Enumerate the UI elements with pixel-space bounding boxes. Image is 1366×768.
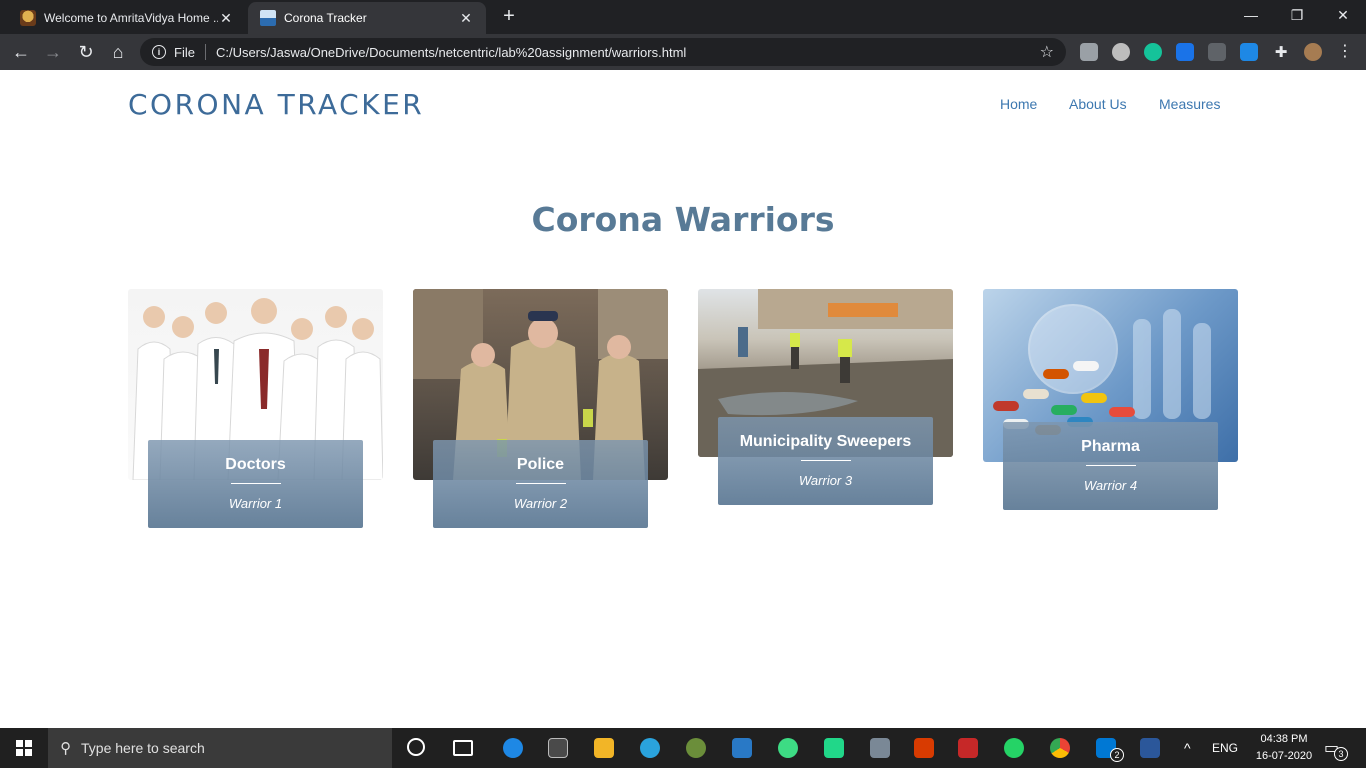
close-tab-icon[interactable]: ✕ [458,10,474,27]
card-municipality-sweepers[interactable]: Municipality Sweepers Warrior 3 [718,417,933,505]
extension-4-icon[interactable] [1176,43,1194,61]
edge-icon[interactable] [503,738,523,758]
scheme-label: File [174,44,195,60]
extensions-puzzle-icon[interactable]: ✚ [1272,43,1290,61]
card-subtitle: Warrior 1 [228,496,283,511]
site-header: CORONA TRACKER Home About Us Measures [0,70,1366,138]
card-subtitle: Warrior 3 [798,473,853,488]
office-icon[interactable] [914,738,934,758]
back-button[interactable]: ← [9,40,33,64]
site-info-icon[interactable]: i [152,45,166,59]
taskbar-clock[interactable]: 04:38 PM 16-07-2020 [1244,731,1324,765]
divider [801,460,851,461]
language-indicator[interactable]: ENG [1212,728,1238,768]
word-icon[interactable] [1140,738,1160,758]
browser-tab-bar: Welcome to AmritaVidya Home ... ✕ Corona… [0,0,1366,34]
clock-date: 16-07-2020 [1255,750,1313,762]
chrome-icon[interactable] [1050,738,1070,758]
close-window-button[interactable]: ✕ [1320,0,1366,30]
store-icon[interactable] [548,738,568,758]
card-subtitle: Warrior 4 [1083,478,1138,493]
nav-about-us[interactable]: About Us [1069,96,1127,112]
card-title: Doctors [225,456,286,473]
extension-1-icon[interactable] [1080,43,1098,61]
extension-6-icon[interactable] [1240,43,1258,61]
card-title: Municipality Sweepers [739,433,912,450]
vscode-icon[interactable] [732,738,752,758]
app-icon[interactable] [686,738,706,758]
card-subtitle: Warrior 2 [513,496,568,511]
tab-title: Corona Tracker [284,11,367,25]
whatsapp-icon[interactable] [1004,738,1024,758]
home-button[interactable]: ⌂ [106,40,130,64]
minimize-button[interactable]: — [1228,0,1274,30]
page-title: Corona Warriors [531,200,835,239]
app-icon[interactable] [870,738,890,758]
app-icon[interactable] [958,738,978,758]
tab-title: Welcome to AmritaVidya Home ... [44,11,218,25]
android-studio-icon[interactable] [778,738,798,758]
address-bar[interactable]: i File C:/Users/Jaswa/OneDrive/Documents… [140,38,1066,66]
mail-badge: 2 [1110,748,1124,762]
profile-avatar[interactable] [1304,43,1322,61]
windows-taskbar: ⚲ Type here to search 2 ^ ENG 04:38 PM 1… [0,728,1366,768]
bookmark-star-icon[interactable]: ☆ [1040,42,1054,62]
card-pharma[interactable]: Pharma Warrior 4 [1003,422,1218,510]
nav-home[interactable]: Home [1000,96,1037,112]
grammarly-icon[interactable] [1144,43,1162,61]
extension-2-icon[interactable] [1112,43,1130,61]
site-brand[interactable]: CORONA TRACKER [128,88,424,121]
windows-logo-icon [16,740,32,756]
url-text[interactable]: C:/Users/Jaswa/OneDrive/Documents/netcen… [216,45,1040,60]
file-explorer-icon[interactable] [594,738,614,758]
tab-corona-tracker[interactable]: Corona Tracker ✕ [248,2,486,34]
card-doctors[interactable]: Doctors Warrior 1 [148,440,363,528]
amritavidya-favicon-icon [20,10,36,26]
card-title: Pharma [1081,438,1140,455]
divider [204,44,206,60]
corona-tracker-favicon-icon [260,10,276,26]
browser-toolbar: ← → ↻ ⌂ i File C:/Users/Jaswa/OneDrive/D… [0,34,1366,70]
notification-badge: 3 [1334,747,1348,761]
cortana-icon[interactable] [407,738,425,756]
forward-button[interactable]: → [41,40,65,64]
extension-5-icon[interactable] [1208,43,1226,61]
search-icon: ⚲ [60,740,71,757]
show-hidden-icons-icon[interactable]: ^ [1184,728,1191,768]
restore-button[interactable]: ❐ [1274,0,1320,30]
pycharm-icon[interactable] [824,738,844,758]
close-tab-icon[interactable]: ✕ [218,10,234,27]
card-title: Police [516,456,565,473]
clock-time: 04:38 PM [1260,733,1308,745]
reload-button[interactable]: ↻ [74,40,98,64]
telegram-icon[interactable] [640,738,660,758]
task-view-icon[interactable] [453,740,473,756]
divider [516,483,566,484]
new-tab-button[interactable]: + [498,6,520,26]
nav-measures[interactable]: Measures [1159,96,1220,112]
tab-amritavidya[interactable]: Welcome to AmritaVidya Home ... ✕ [8,2,246,34]
browser-menu-icon[interactable]: ⋮ [1336,43,1354,61]
divider [1086,465,1136,466]
search-placeholder: Type here to search [81,740,205,756]
card-police[interactable]: Police Warrior 2 [433,440,648,528]
taskbar-search-input[interactable]: ⚲ Type here to search [48,728,392,768]
windows-start-button[interactable] [0,728,48,768]
divider [231,483,281,484]
